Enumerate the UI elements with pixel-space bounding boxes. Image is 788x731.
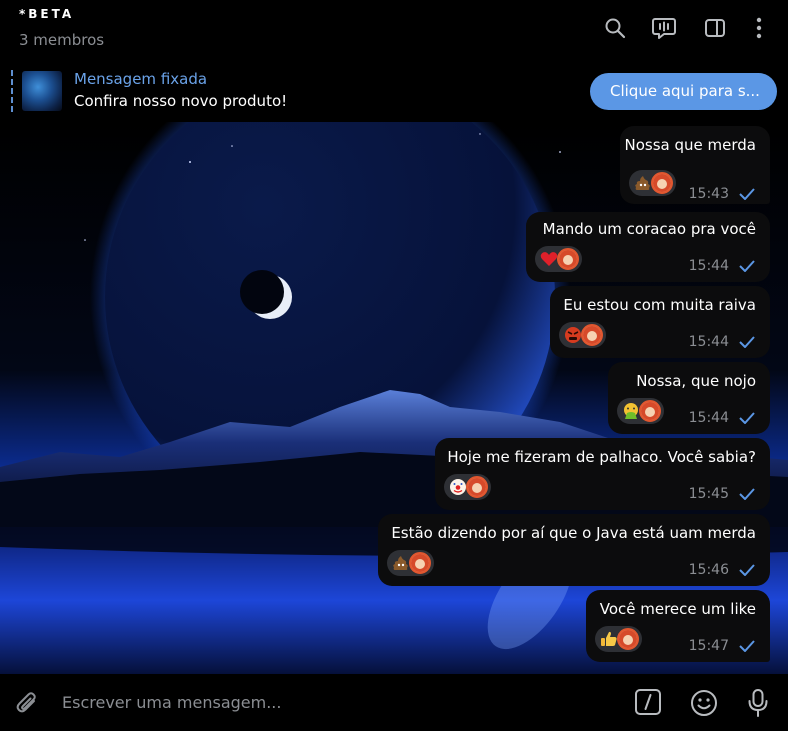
pinned-title: Mensagem fixada [74, 70, 208, 88]
reactor-avatar [639, 400, 661, 422]
message-text: Estão dizendo por aí que o Java está uam… [391, 524, 756, 542]
pinned-text: Confira nosso novo produto! [74, 92, 288, 110]
message-bubble[interactable]: Hoje me fizeram de palhaco. Você sabia? … [435, 438, 770, 510]
bot-command-icon [635, 689, 661, 715]
message-time: 15:45 [688, 486, 729, 502]
sidebar-toggle-icon [705, 19, 725, 37]
reaction-chip[interactable] [617, 398, 664, 424]
message-time: 15:44 [688, 258, 729, 274]
reactor-avatar [557, 248, 579, 270]
search-button[interactable] [599, 12, 631, 44]
emoji-button[interactable] [689, 688, 719, 722]
reaction-chip[interactable] [387, 550, 434, 576]
reaction-chip[interactable] [559, 322, 606, 348]
message-bubble[interactable]: Estão dizendo por aí que o Java está uam… [378, 514, 770, 586]
search-icon [605, 18, 626, 39]
pinned-message-bar[interactable]: Mensagem fixada Confira nosso novo produ… [0, 62, 788, 122]
message-time: 15:46 [688, 562, 729, 578]
paperclip-icon [16, 692, 36, 713]
message-text: Eu estou com muita raiva [563, 296, 756, 314]
more-button[interactable] [743, 12, 775, 44]
message-composer [0, 674, 788, 731]
message-bubble[interactable]: Nossa que merda 15:43 [620, 126, 770, 204]
message-text: Mando um coracao pra você [542, 220, 756, 238]
emoji-icon [691, 690, 717, 716]
reactor-avatar [409, 552, 431, 574]
message-bubble[interactable]: Mando um coracao pra você 15:44 [526, 212, 770, 282]
reaction-chip[interactable] [444, 474, 491, 500]
attach-button[interactable] [13, 689, 41, 721]
sent-check-icon [739, 188, 755, 200]
sent-check-icon [739, 488, 755, 500]
sent-check-icon [739, 640, 755, 652]
bot-command-button[interactable] [634, 688, 662, 720]
reaction-chip[interactable] [595, 626, 642, 652]
microphone-icon [748, 689, 768, 717]
voice-chat-icon [652, 18, 676, 39]
reactor-avatar [581, 324, 603, 346]
more-vertical-icon [756, 17, 762, 39]
message-bubble[interactable]: Você merece um like 15:47 [586, 590, 770, 662]
sidebar-toggle-button[interactable] [699, 12, 731, 44]
reaction-chip[interactable] [629, 170, 676, 196]
reaction-chip[interactable] [535, 246, 582, 272]
message-time: 15:47 [688, 638, 729, 654]
message-time: 15:44 [688, 410, 729, 426]
message-text: Nossa que merda [624, 136, 756, 154]
reactor-avatar [617, 628, 639, 650]
chat-header: *BETA 3 membros [0, 0, 788, 62]
pinned-action-button[interactable]: Clique aqui para s... [590, 73, 777, 110]
sent-check-icon [739, 260, 755, 272]
message-bubble[interactable]: Eu estou com muita raiva 15:44 [550, 286, 770, 358]
reactor-avatar [466, 476, 488, 498]
message-bubble[interactable]: Nossa, que nojo 15:44 [608, 362, 770, 434]
message-list[interactable]: Nossa que merda 15:43 Mando um coracao p… [0, 122, 788, 674]
message-text: Você merece um like [599, 600, 756, 618]
pinned-indicator [11, 70, 13, 112]
message-text: Nossa, que nojo [636, 372, 756, 390]
pinned-thumbnail [22, 71, 62, 111]
message-time: 15:44 [688, 334, 729, 350]
voice-chat-button[interactable] [648, 12, 680, 44]
chat-title[interactable]: *BETA [19, 7, 74, 21]
sent-check-icon [739, 564, 755, 576]
sent-check-icon [739, 412, 755, 424]
message-input[interactable] [62, 690, 602, 714]
voice-record-button[interactable] [745, 688, 771, 722]
sent-check-icon [739, 336, 755, 348]
message-text: Hoje me fizeram de palhaco. Você sabia? [447, 448, 756, 466]
message-time: 15:43 [688, 186, 729, 202]
reactor-avatar [651, 172, 673, 194]
member-count[interactable]: 3 membros [19, 31, 104, 49]
